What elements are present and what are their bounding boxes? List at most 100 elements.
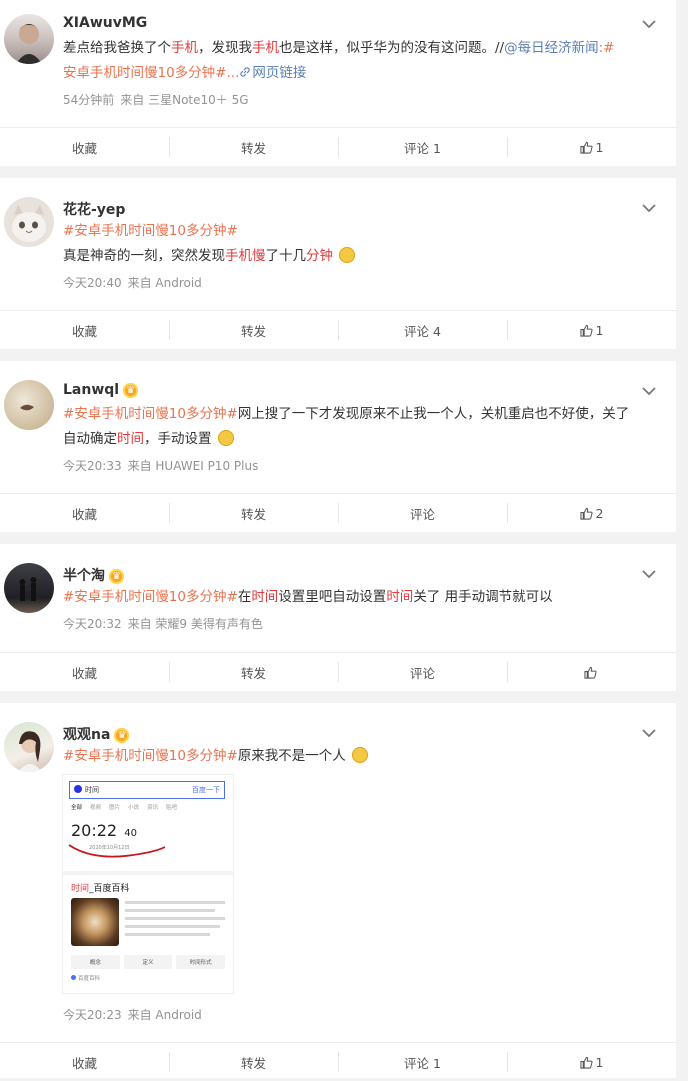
repost-label: 转发 [240,665,266,681]
repost-label: 转发 [240,506,266,522]
avatar-photo [12,205,46,242]
image-baike-button: 定义 [123,955,173,969]
avatar[interactable] [4,14,54,64]
action-bar: 收藏 转发 评论 1 1 [0,127,676,166]
collect-label: 收藏 [71,1055,97,1071]
image-text-line [125,917,225,920]
avatar[interactable] [4,722,54,772]
text-segment: 关了 用手动调节就可以 [413,589,553,605]
collect-button[interactable]: 收藏 [0,1043,169,1081]
avatar[interactable] [4,563,54,613]
chevron-down-icon[interactable] [640,384,658,398]
image-tab: 资讯 [147,805,159,811]
web-link[interactable]: 网页链接 [239,65,306,81]
comment-button[interactable]: 评论 [338,494,507,532]
keyword-highlight: 手机 [171,40,198,56]
post-image[interactable]: 时间 百度一下 全部 视频 图片 小说 资讯 贴吧 20:22 40 2020年10月12… [63,775,233,993]
image-baike-button: 概念 [71,955,120,969]
link-icon [240,67,251,77]
topic-link[interactable]: #安卓手机时间慢10多分钟# [63,589,238,605]
text-segment: 真是神奇的一刻，突然发现 [63,248,225,264]
like-button[interactable]: 1 [507,311,676,349]
thumbs-up-icon [579,507,593,520]
comment-label: 评论 [409,665,435,681]
username[interactable]: XIAwuvMG [63,15,147,31]
post-card: XIAwuvMG 差点给我爸换了个手机，发现我手机也是这样，似乎华为的没有这问题… [0,0,676,166]
chevron-down-icon[interactable] [640,726,658,740]
repost-button[interactable]: 转发 [169,1043,338,1081]
keyword-highlight: 时间 [386,589,414,605]
timestamp[interactable]: 今天20:33 [63,459,122,473]
baike-logo-icon [71,975,76,980]
text-segment: :# [598,40,615,56]
image-search-button: 百度一下 [192,786,220,794]
thumbs-up-icon [579,1056,593,1069]
text-segment: ，发现我 [198,40,252,56]
image-baike-title: 时间_百度百科 [71,881,130,894]
keyword-highlight: 时间 [117,431,144,447]
like-count: 1 [595,139,604,155]
like-button[interactable]: 1 [507,128,676,166]
username-label: 观观na [63,727,111,743]
like-button[interactable]: 2 [507,494,676,532]
thumbs-up-icon [579,141,593,154]
text-segment: ，手动设置 [144,431,212,447]
post-text: #安卓手机时间慢10多分钟#网上搜了一下才发现原来不止我一个人，关机重启也不好使… [63,402,660,452]
text-segment: 原来我不是一个人 [237,748,346,764]
timestamp[interactable]: 今天20:23 [63,1008,122,1022]
comment-button[interactable]: 评论 [338,653,507,691]
collect-button[interactable]: 收藏 [0,653,169,691]
username[interactable]: 花花-yep [63,199,125,219]
username-label: Lanwql [63,382,120,398]
separator [0,166,676,178]
post-card: 半个淘 ♛ #安卓手机时间慢10多分钟#在时间设置里吧自动设置时间关了 用手动调节… [0,544,676,691]
like-button[interactable] [507,653,676,691]
comment-button[interactable]: 评论 4 [338,311,507,349]
post-meta: 今天20:40 来自 Android [63,274,208,291]
repost-button[interactable]: 转发 [169,311,338,349]
avatar[interactable] [4,380,54,430]
username[interactable]: 观观na ♛ [63,724,130,744]
mention-link[interactable]: @每日经济新闻 [504,40,599,56]
repost-button[interactable]: 转发 [169,653,338,691]
source: 来自 Android [127,1008,202,1022]
chevron-down-icon[interactable] [640,17,658,31]
repost-button[interactable]: 转发 [169,128,338,166]
post-meta: 今天20:23 来自 Android [63,1006,208,1023]
timestamp[interactable]: 今天20:32 [63,617,122,631]
username[interactable]: Lanwql ♛ [63,382,139,398]
avatar-photo [18,731,42,772]
collect-button[interactable]: 收藏 [0,128,169,166]
post-meta: 今天20:33 来自 HUAWEI P10 Plus [63,457,264,474]
image-baike-title-text: _百度百科 [89,884,130,894]
comment-button[interactable]: 评论 1 [338,1043,507,1081]
collect-button[interactable]: 收藏 [0,494,169,532]
repost-button[interactable]: 转发 [169,494,338,532]
post-text: #安卓手机时间慢10多分钟#原来我不是一个人 [63,744,660,769]
avatar-photo [16,24,42,64]
comment-button[interactable]: 评论 1 [338,128,507,166]
like-button[interactable]: 1 [507,1043,676,1081]
collect-button[interactable]: 收藏 [0,311,169,349]
post-card: Lanwql ♛ #安卓手机时间慢10多分钟#网上搜了一下才发现原来不止我一个人，… [0,361,676,532]
timestamp[interactable]: 54分钟前 [63,93,114,107]
avatar-photo [19,577,37,601]
chevron-down-icon[interactable] [640,201,658,215]
topic-link[interactable]: #安卓手机时间慢10多分钟# [63,223,238,239]
topic-link[interactable]: #安卓手机时间慢10多分钟# [63,406,238,422]
image-clock-photo [71,898,119,946]
text-segment: 了十几 [265,248,307,264]
source: 来自 HUAWEI P10 Plus [127,459,259,473]
text-segment: 差点给我爸换了个 [63,40,171,56]
text-segment: 在 [237,589,252,605]
post-text: #安卓手机时间慢10多分钟# 真是神奇的一刻，突然发现手机慢了十几分钟 [63,219,660,269]
topic-link[interactable]: 安卓手机时间慢10多分钟 [63,65,215,81]
chevron-down-icon[interactable] [640,567,658,581]
username[interactable]: 半个淘 ♛ [63,565,124,585]
image-baike-source: 百度百科 [71,974,100,982]
timestamp[interactable]: 今天20:40 [63,276,122,290]
topic-link-end[interactable]: #... [215,65,239,81]
avatar[interactable] [4,197,54,247]
laughing-tears-emoji-icon [352,747,369,763]
topic-link[interactable]: #安卓手机时间慢10多分钟# [63,748,238,764]
